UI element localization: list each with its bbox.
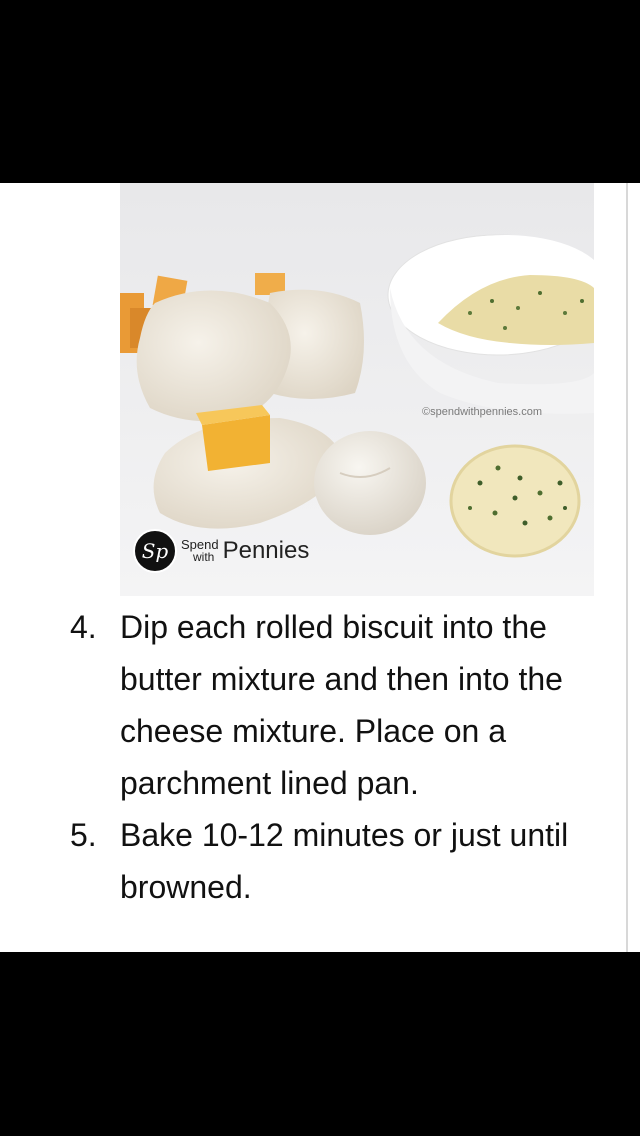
scrollbar[interactable] — [626, 183, 628, 952]
step-text: Bake 10-12 minutes or just until browned… — [120, 817, 569, 905]
content-area: ©spendwithpennies.com Sp Spend with Penn… — [0, 183, 640, 952]
logo-pennies: Pennies — [222, 537, 310, 564]
logo-with: with — [193, 550, 215, 564]
logo-badge: Sp — [133, 529, 177, 573]
step-text: Dip each rolled biscuit into the butter … — [120, 609, 563, 801]
step-number: 5. — [70, 817, 97, 853]
top-black-bar — [0, 0, 640, 183]
recipe-steps: 4. Dip each rolled biscuit into the butt… — [0, 601, 640, 913]
photo-watermark: ©spendwithpennies.com — [422, 406, 543, 418]
brand-logo: Sp Spend with Pennies — [133, 529, 309, 573]
bottom-black-bar — [0, 952, 640, 1136]
logo-text-small: Spend with — [177, 538, 219, 564]
step-item: 4. Dip each rolled biscuit into the butt… — [0, 601, 610, 809]
step-number: 4. — [70, 609, 97, 645]
recipe-photo: ©spendwithpennies.com Sp Spend with Penn… — [120, 183, 594, 596]
step-item: 5. Bake 10-12 minutes or just until brow… — [0, 809, 610, 913]
